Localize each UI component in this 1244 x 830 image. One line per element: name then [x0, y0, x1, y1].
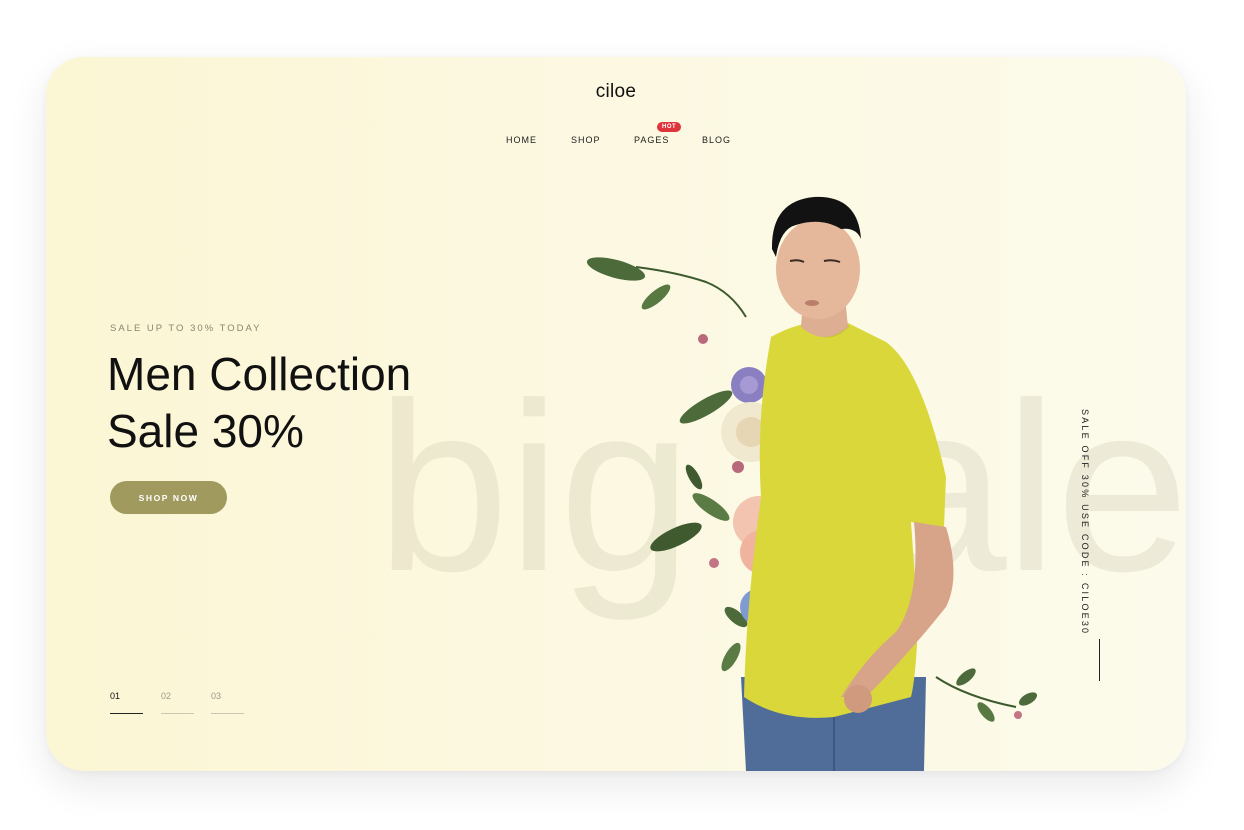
leaf — [721, 642, 741, 672]
main-nav: HOME SHOP HOT PAGES BLOG — [506, 122, 746, 149]
purple-flower-center — [740, 376, 758, 394]
shop-now-button[interactable]: SHOP NOW — [110, 481, 227, 514]
lips — [805, 300, 819, 306]
vertical-divider — [1099, 639, 1100, 681]
flower-bud — [732, 461, 744, 473]
flower-bud — [709, 558, 719, 568]
hero-banner: ciloe HOME SHOP HOT PAGES BLOG big sale … — [46, 57, 1186, 771]
slide-3[interactable]: 03 — [211, 691, 244, 714]
brand-logo[interactable]: ciloe — [46, 81, 1186, 103]
hot-badge: HOT — [657, 122, 682, 132]
leaf — [650, 522, 702, 552]
flower-bud — [1014, 711, 1022, 719]
leaf — [977, 702, 995, 722]
nav-blog[interactable]: BLOG — [702, 135, 731, 145]
headline-line-2: Sale 30% — [107, 405, 304, 457]
flower-bud — [698, 334, 708, 344]
nav-pages[interactable]: PAGES — [634, 135, 669, 145]
nav-shop[interactable]: SHOP HOT — [571, 122, 682, 145]
flower-stem — [935, 676, 1017, 708]
hero-headline: Men Collection Sale 30% — [107, 346, 411, 460]
flower-stem — [635, 266, 747, 318]
yellow-tshirt — [744, 321, 946, 718]
coupon-code-text: SALE OFF 30% USE CODE : CILOE30 — [1080, 409, 1090, 636]
slide-pagination: 01 02 03 — [110, 691, 250, 715]
model-image — [586, 196, 1038, 771]
leaf — [956, 668, 976, 686]
sale-eyebrow: SALE UP TO 30% TODAY — [110, 323, 262, 334]
slide-1[interactable]: 01 — [110, 691, 143, 714]
leaf — [685, 464, 703, 490]
nav-shop-label: SHOP — [571, 135, 601, 145]
leaf — [586, 257, 646, 281]
headline-line-1: Men Collection — [107, 348, 412, 400]
hand — [844, 685, 872, 713]
slide-2[interactable]: 02 — [161, 691, 194, 714]
nav-home[interactable]: HOME — [506, 135, 537, 145]
leaf — [641, 284, 671, 310]
leaf — [1018, 692, 1038, 706]
leaf — [692, 493, 730, 521]
